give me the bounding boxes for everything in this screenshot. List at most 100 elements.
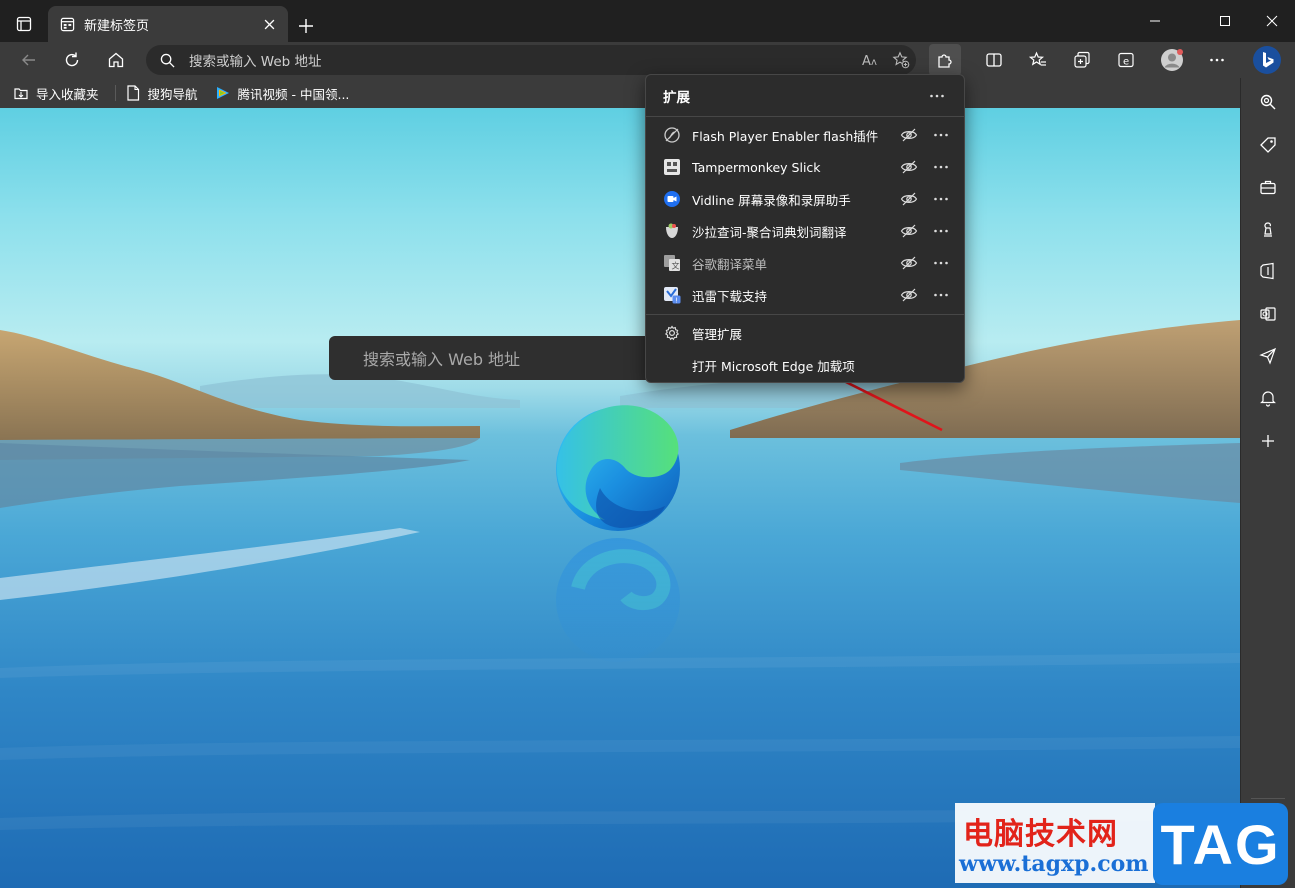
address-bar-placeholder: 搜索或输入 Web 地址 (189, 54, 322, 70)
minimize-button[interactable] (1132, 0, 1178, 42)
collections-button[interactable] (1067, 45, 1097, 75)
tab-actions-icon (16, 16, 32, 32)
profile-button[interactable] (1157, 45, 1187, 75)
sidebar-search-button[interactable] (1253, 87, 1283, 117)
open-addons-item[interactable]: 打开 Microsoft Edge 加载项 (646, 349, 964, 381)
extension-name: Tampermonkey Slick (692, 159, 821, 175)
extension-more-button[interactable] (928, 154, 954, 180)
refresh-icon (65, 52, 79, 67)
tab-title: 新建标签页 (84, 18, 150, 34)
extension-more-button[interactable] (928, 122, 954, 148)
back-button[interactable] (14, 45, 44, 75)
ie-mode-button[interactable]: e (1111, 45, 1141, 75)
bell-icon (1260, 391, 1276, 407)
extension-item[interactable]: 文 谷歌翻译菜单 (646, 247, 964, 279)
page-search-box[interactable]: 搜索或输入 Web 地址 (329, 336, 669, 380)
sidebar-add-button[interactable] (1253, 426, 1283, 456)
svg-text:!: ! (675, 296, 678, 304)
extension-item[interactable]: 沙拉查词-聚合词典划词翻译 (646, 215, 964, 247)
blank-icon (662, 355, 682, 375)
favorites-divider (114, 85, 116, 101)
watermark-tag-logo: TAG (1153, 803, 1288, 885)
site-watermark: 电脑技术网 www.tagxp.com TAG (955, 803, 1290, 885)
tampermonkey-icon (662, 157, 682, 177)
svg-text:ʌ: ʌ (871, 57, 877, 68)
open-addons-label: 打开 Microsoft Edge 加载项 (692, 358, 855, 374)
sidebar-games-button[interactable] (1253, 214, 1283, 244)
search-icon (160, 53, 175, 68)
hide-from-toolbar-icon[interactable] (896, 186, 922, 212)
favorite-import[interactable]: 导入收藏夹 (12, 84, 99, 103)
maximize-button[interactable] (1202, 0, 1248, 42)
split-screen-button[interactable] (979, 45, 1009, 75)
favorites-star-icon (1029, 51, 1046, 66)
flash-icon (662, 125, 682, 145)
more-dots-icon (934, 261, 948, 265)
extensions-popup-more-button[interactable] (924, 83, 950, 109)
extension-more-button[interactable] (928, 218, 954, 244)
sidebar-divider (1251, 798, 1285, 799)
avatar-icon (1161, 49, 1183, 71)
hide-from-toolbar-icon[interactable] (896, 218, 922, 244)
edge-logo (556, 405, 680, 531)
bing-chat-button[interactable] (1250, 43, 1284, 77)
hide-from-toolbar-icon[interactable] (896, 282, 922, 308)
tab-actions-button[interactable] (10, 10, 38, 38)
tab-close-icon[interactable] (260, 15, 278, 33)
address-bar[interactable]: 搜索或输入 Web 地址 Aʌ (146, 45, 916, 75)
new-tab-button[interactable] (292, 12, 320, 40)
edge-sidebar (1240, 78, 1295, 888)
back-arrow-icon (22, 54, 35, 66)
title-bar: 新建标签页 (0, 0, 1295, 42)
collections-icon (1074, 51, 1090, 68)
tencent-video-icon (214, 84, 232, 102)
add-favorite-icon[interactable] (886, 45, 916, 75)
read-aloud-icon[interactable]: Aʌ (856, 45, 886, 75)
favorite-tencent-video[interactable]: 腾讯视频 - 中国领... (214, 84, 349, 103)
favorite-label: 搜狗导航 (147, 86, 198, 102)
more-dots-icon (1210, 58, 1224, 62)
sidebar-outlook-button[interactable] (1253, 299, 1283, 329)
thunder-icon: ! (662, 285, 682, 305)
saladict-icon (662, 221, 682, 241)
extensions-popup-header: 扩展 (646, 75, 964, 117)
home-button[interactable] (101, 45, 131, 75)
close-window-button[interactable] (1249, 0, 1295, 42)
new-tab-page: 搜索或输入 Web 地址 (0, 108, 1240, 888)
sidebar-office-button[interactable] (1253, 256, 1283, 286)
landscape-background-image (0, 320, 1240, 830)
outlook-icon (1260, 307, 1276, 321)
extensions-button[interactable] (929, 44, 961, 76)
translate-icon: 文 (662, 253, 682, 273)
gear-icon (662, 323, 682, 343)
extension-more-button[interactable] (928, 250, 954, 276)
favorite-sogou[interactable]: 搜狗导航 (124, 84, 198, 103)
refresh-button[interactable] (57, 45, 87, 75)
manage-extensions-item[interactable]: 管理扩展 (646, 317, 964, 349)
hide-from-toolbar-icon[interactable] (896, 122, 922, 148)
favorites-button[interactable] (1023, 45, 1053, 75)
extension-item[interactable]: Vidline 屏幕录像和录屏助手 (646, 183, 964, 215)
extension-item[interactable]: Tampermonkey Slick (646, 151, 964, 183)
extension-name: 谷歌翻译菜单 (692, 256, 768, 272)
hide-from-toolbar-icon[interactable] (896, 250, 922, 276)
sidebar-drop-button[interactable] (1253, 341, 1283, 371)
extension-more-button[interactable] (928, 186, 954, 212)
sidebar-tools-button[interactable] (1253, 172, 1283, 202)
extension-item[interactable]: ! 迅雷下载支持 (646, 279, 964, 311)
sidebar-shopping-button[interactable] (1253, 130, 1283, 160)
hide-from-toolbar-icon[interactable] (896, 154, 922, 180)
plus-icon (299, 19, 313, 33)
split-screen-icon (986, 53, 1002, 67)
extension-item[interactable]: Flash Player Enabler flash插件 (646, 119, 964, 151)
tab-new-tab[interactable]: 新建标签页 (48, 6, 288, 42)
sidebar-notifications-button[interactable] (1253, 383, 1283, 413)
plus-icon (1262, 435, 1274, 447)
extension-name: 沙拉查词-聚合词典划词翻译 (692, 224, 847, 240)
settings-more-button[interactable] (1202, 45, 1232, 75)
extensions-list: Flash Player Enabler flash插件 Tampermonke… (646, 117, 964, 315)
tag-icon (1260, 137, 1276, 153)
more-dots-icon (934, 133, 948, 137)
extensions-popup: 扩展 Flash Player Enabler flash插件 Tampermo… (645, 74, 965, 383)
extension-more-button[interactable] (928, 282, 954, 308)
